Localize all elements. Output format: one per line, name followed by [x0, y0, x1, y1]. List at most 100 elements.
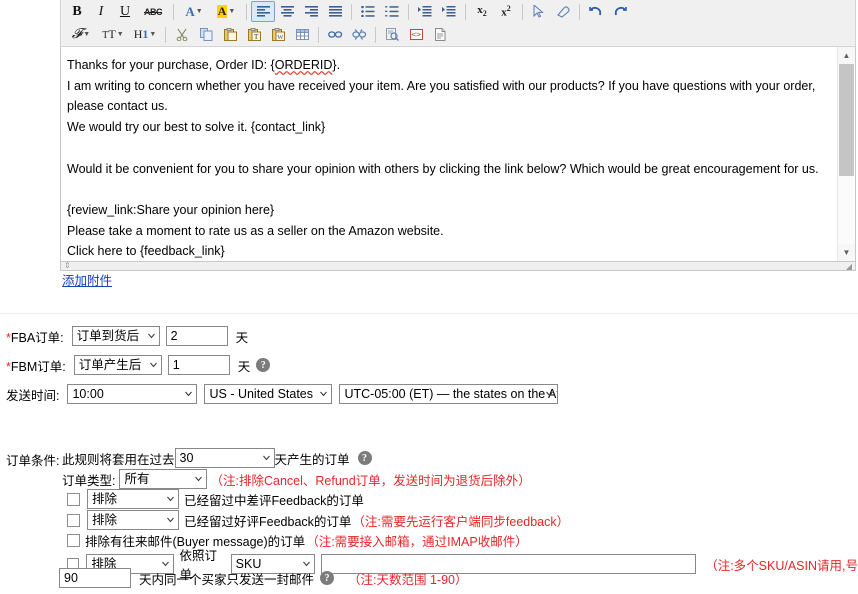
bullet-list-icon[interactable]	[356, 1, 380, 22]
negative-feedback-rule-row: 排除 已经留过中差评Feedback的订单	[67, 489, 364, 509]
undo-icon[interactable]	[584, 1, 608, 22]
positive-feedback-checkbox[interactable]	[67, 514, 80, 527]
chevron-down-icon	[263, 455, 270, 462]
rule-period-help-icon[interactable]: ?	[358, 451, 372, 465]
superscript-icon[interactable]: x2	[494, 1, 518, 22]
chevron-down-icon	[167, 496, 174, 503]
preview-icon[interactable]	[380, 24, 404, 45]
align-justify-icon[interactable]	[323, 1, 347, 22]
editor-resize-handle[interactable]: ⇕ ◢	[60, 262, 856, 271]
negative-feedback-text: 已经留过中差评Feedback的订单	[184, 490, 364, 509]
editor-vertical-scrollbar[interactable]: ▲ ▼	[837, 47, 855, 261]
fba-label: *FBA订单:	[6, 327, 64, 346]
copy-icon[interactable]	[194, 24, 218, 45]
editor-line-blank	[67, 179, 830, 200]
paste-from-word-icon[interactable]: W	[266, 24, 290, 45]
toolbar-divider	[318, 27, 319, 43]
past-days-select[interactable]: 30	[175, 448, 275, 468]
add-attachment-link[interactable]: 添加附件	[62, 270, 112, 289]
toolbar-divider	[173, 4, 174, 20]
country-select[interactable]: US - United States	[204, 384, 332, 404]
subscript-icon[interactable]: x2	[470, 1, 494, 22]
editor-line-blank	[67, 138, 830, 159]
chevron-down-icon	[162, 561, 169, 568]
bold-icon[interactable]: B	[65, 1, 89, 22]
chevron-down-icon	[303, 561, 310, 568]
paste-as-text-icon[interactable]: T	[242, 24, 266, 45]
editor-text-body[interactable]: Thanks for your purchase, Order ID: {ORD…	[61, 47, 838, 261]
numbered-list-icon[interactable]	[380, 1, 404, 22]
strikethrough-icon[interactable]: ABC	[137, 1, 169, 22]
chevron-down-icon	[195, 476, 202, 483]
templates-icon[interactable]	[428, 24, 452, 45]
fba-days-input[interactable]: 2	[166, 326, 228, 346]
resize-corner-icon: ◢	[846, 262, 852, 271]
resize-grip-icon: ⇕	[64, 262, 71, 270]
toolbar-divider	[579, 4, 580, 20]
decrease-indent-icon[interactable]	[413, 1, 437, 22]
align-right-icon[interactable]	[299, 1, 323, 22]
insert-link-icon[interactable]	[323, 24, 347, 45]
editor-toolbar-row-1: B I U ABC A▼ A▼	[61, 0, 855, 23]
unlink-icon[interactable]	[347, 24, 371, 45]
insert-table-icon[interactable]	[290, 24, 314, 45]
send-time-row: 发送时间: 10:00 US - United States UTC-05:00…	[6, 384, 558, 404]
editor-line: Click here to {feedback_link}	[67, 241, 830, 261]
frequency-row: 90 天内同一个买家只发送一封邮件 ? （注: 天数范围 1-90 ）	[59, 568, 468, 588]
font-family-icon[interactable]: 𝓕▼	[65, 24, 97, 45]
align-center-icon[interactable]	[275, 1, 299, 22]
font-color-icon[interactable]: A▼	[178, 1, 210, 22]
scroll-up-arrow-icon[interactable]: ▲	[838, 47, 855, 64]
fbm-help-icon[interactable]: ?	[256, 358, 270, 372]
positive-feedback-select[interactable]: 排除	[87, 510, 179, 530]
increase-indent-icon[interactable]	[437, 1, 461, 22]
frequency-text: 天内同一个买家只发送一封邮件	[139, 569, 314, 588]
fba-trigger-select[interactable]: 订单到货后	[72, 326, 160, 346]
order-type-note-close: ）	[518, 470, 531, 489]
negative-feedback-select[interactable]: 排除	[87, 489, 179, 509]
highlight-color-icon[interactable]: A▼	[210, 1, 242, 22]
fbm-days-input[interactable]: 1	[168, 355, 230, 375]
toolbar-divider	[465, 4, 466, 20]
editor-line: We would try our best to solve it. {cont…	[67, 117, 830, 138]
fba-days-unit: 天	[236, 327, 249, 346]
sku-note-open: （注:	[705, 555, 733, 574]
paste-icon[interactable]	[218, 24, 242, 45]
chevron-down-icon	[546, 391, 553, 398]
select-all-icon[interactable]	[527, 1, 551, 22]
editor-line: Would it be convenient for you to share …	[67, 159, 830, 180]
scroll-down-arrow-icon[interactable]: ▼	[838, 244, 855, 261]
font-size-icon[interactable]: TT▼	[97, 24, 129, 45]
erase-format-icon[interactable]	[551, 1, 575, 22]
positive-feedback-note: 需要先运行客户端同步feedback	[381, 511, 557, 530]
italic-icon[interactable]: I	[89, 1, 113, 22]
underline-icon[interactable]: U	[113, 1, 137, 22]
fbm-order-row: *FBM订单: 订单产生后 1 天 ?	[6, 355, 270, 375]
order-type-note: 排除Cancel、Refund订单，发送时间为退货后除外	[239, 470, 518, 489]
order-type-select[interactable]: 所有	[119, 469, 207, 489]
fba-order-row: *FBA订单: 订单到货后 2 天	[6, 326, 248, 346]
positive-feedback-note-open: （注:	[352, 511, 380, 530]
positive-feedback-rule-row: 排除 已经留过好评Feedback的订单 （注: 需要先运行客户端同步feedb…	[67, 510, 569, 530]
align-left-icon[interactable]	[251, 1, 275, 22]
order-type-row: 订单类型: 所有 （注: 排除Cancel、Refund订单，发送时间为退货后除…	[62, 469, 531, 489]
toolbar-divider	[408, 4, 409, 20]
cut-icon[interactable]	[170, 24, 194, 45]
editor-content-area[interactable]: Thanks for your purchase, Order ID: {ORD…	[60, 47, 856, 262]
frequency-days-input[interactable]: 90	[59, 568, 131, 588]
source-code-icon[interactable]: <>	[404, 24, 428, 45]
negative-feedback-checkbox[interactable]	[67, 493, 80, 506]
heading-icon[interactable]: H1▼	[129, 24, 161, 45]
send-time-select[interactable]: 10:00	[67, 384, 197, 404]
order-conditions-label: 订单条件:	[6, 450, 59, 469]
rule-period-prefix: 此规则将套用在过去	[62, 449, 175, 468]
editor-line: {review_link:Share your opinion here}	[67, 200, 830, 221]
scrollbar-thumb[interactable]	[839, 64, 854, 176]
timezone-select[interactable]: UTC-05:00 (ET) — the states on the Atla	[339, 384, 558, 404]
fbm-trigger-select[interactable]: 订单产生后	[74, 355, 162, 375]
rule-period-row: 此规则将套用在过去 30 天产生的订单 ?	[62, 448, 372, 468]
frequency-help-icon[interactable]: ?	[320, 571, 334, 585]
order-type-label: 订单类型:	[62, 470, 115, 489]
positive-feedback-text: 已经留过好评Feedback的订单	[184, 511, 351, 530]
redo-icon[interactable]	[608, 1, 632, 22]
